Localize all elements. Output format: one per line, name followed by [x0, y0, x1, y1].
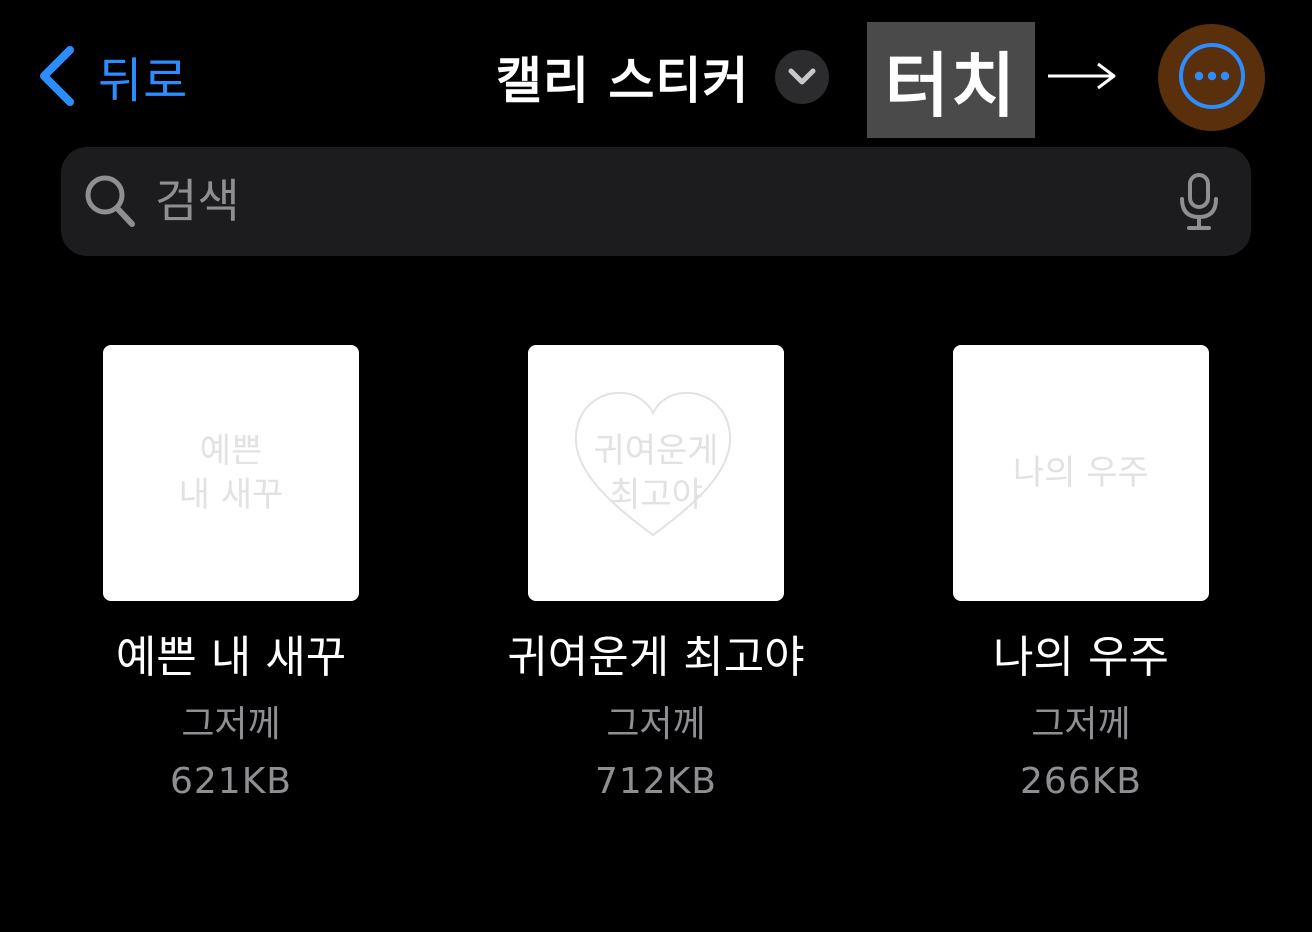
calligraphy-sticker-image: 예쁜 내 새꾸: [103, 345, 359, 601]
thumbnail-art-line: 나의 우주: [1013, 453, 1149, 493]
microphone-icon[interactable]: [1179, 173, 1219, 235]
thumbnail-art-line: 예쁜: [199, 431, 263, 471]
thumbnail-art-line: 귀여운게: [593, 431, 719, 471]
file-date: 그저께: [181, 704, 281, 745]
thumbnail-art-line: 내 새꾸: [178, 475, 284, 515]
ellipsis-circle-icon: [1177, 41, 1247, 115]
file-date: 그저께: [1031, 704, 1131, 745]
back-button[interactable]: 뒤로: [36, 40, 188, 112]
files-screen: 뒤로 캘리 스티커 터치 검색 예쁜 내 새꾸 예쁜 내 새꾸 그저께 621K…: [0, 0, 1312, 932]
chevron-left-icon: [36, 44, 76, 108]
file-date: 그저께: [606, 704, 706, 745]
page-title: 캘리 스티커: [496, 52, 750, 110]
search-bar[interactable]: [61, 147, 1251, 256]
search-input[interactable]: [155, 165, 1155, 237]
file-name: 귀여운게 최고야: [507, 632, 805, 683]
file-thumbnail: 귀여운게 최고야: [528, 345, 784, 601]
magnifying-glass-icon: [83, 173, 137, 233]
file-item[interactable]: 귀여운게 최고야 귀여운게 최고야 그저께 712KB: [507, 345, 805, 802]
file-thumbnail: 예쁜 내 새꾸: [103, 345, 359, 601]
file-thumbnail: 나의 우주: [953, 345, 1209, 601]
right-arrow-icon: [1046, 58, 1118, 98]
back-label: 뒤로: [98, 53, 189, 109]
annotation-label: 터치: [884, 44, 1018, 127]
folder-title-menu[interactable]: 캘리 스티커: [496, 40, 830, 114]
file-item[interactable]: 예쁜 내 새꾸 예쁜 내 새꾸 그저께 621KB: [103, 345, 359, 802]
file-size: 621KB: [169, 761, 293, 802]
calligraphy-sticker-image: 귀여운게 최고야: [528, 345, 784, 601]
file-size: 712KB: [594, 761, 718, 802]
annotation-label-box: 터치: [867, 22, 1035, 138]
chevron-down-icon: [775, 50, 830, 104]
more-options-button[interactable]: [1158, 24, 1265, 131]
calligraphy-sticker-image: 나의 우주: [953, 345, 1209, 601]
thumbnail-art-line: 최고야: [609, 475, 703, 515]
file-item[interactable]: 나의 우주 나의 우주 그저께 266KB: [953, 345, 1209, 802]
file-name: 나의 우주: [993, 632, 1169, 683]
file-name: 예쁜 내 새꾸: [115, 632, 347, 683]
file-size: 266KB: [1019, 761, 1143, 802]
